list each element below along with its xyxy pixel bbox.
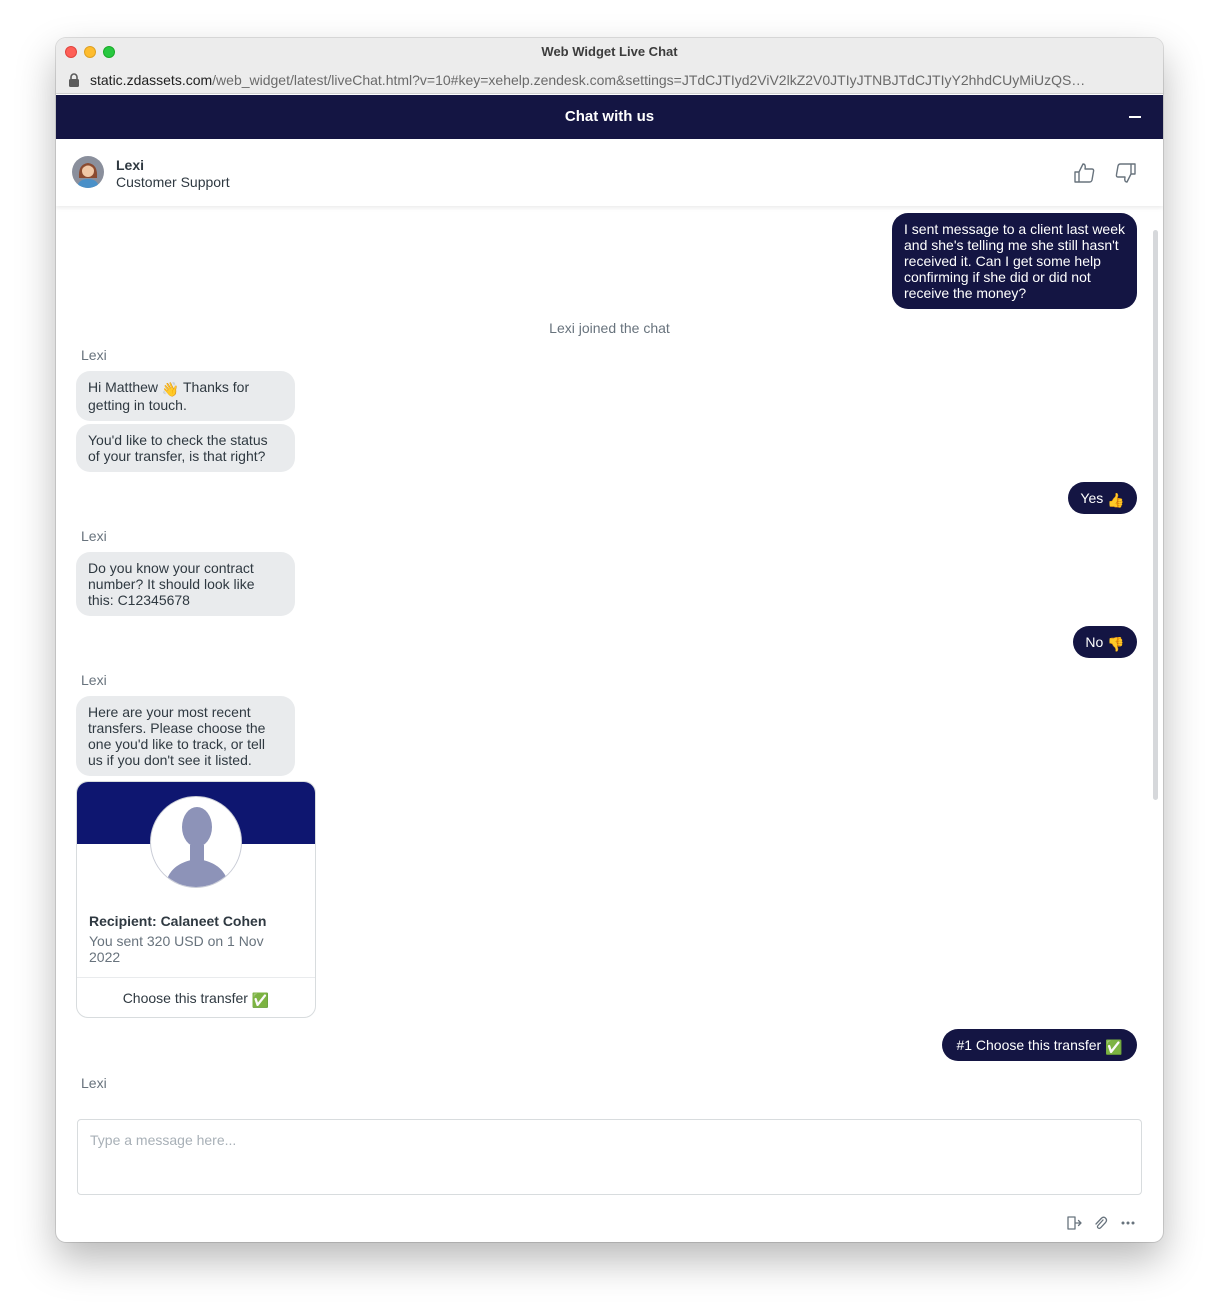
message-input[interactable] bbox=[90, 1132, 1130, 1148]
sender-name: Lexi bbox=[81, 528, 107, 544]
agent-bar: Lexi Customer Support bbox=[56, 139, 1163, 206]
zoom-window-button[interactable] bbox=[103, 46, 115, 58]
sender-name: Lexi bbox=[81, 347, 107, 363]
agent-name: Lexi bbox=[116, 157, 145, 173]
bot-message: Hi Matthew 👋 Thanks for getting in touch… bbox=[76, 371, 295, 421]
title-bar: Web Widget Live Chat bbox=[56, 38, 1163, 66]
address-bar[interactable]: static.zdassets.com/web_widget/latest/li… bbox=[56, 66, 1163, 94]
check-mark-emoji: ✅ bbox=[251, 992, 270, 1008]
browser-window: Web Widget Live Chat static.zdassets.com… bbox=[56, 38, 1163, 1242]
message-composer[interactable] bbox=[77, 1119, 1142, 1195]
bot-message: Do you know your contract number? It sho… bbox=[76, 552, 295, 616]
card-subtitle: You sent 320 USD on 1 Nov 2022 bbox=[89, 933, 264, 965]
system-message: Lexi joined the chat bbox=[549, 320, 670, 336]
close-window-button[interactable] bbox=[65, 46, 77, 58]
sender-name: Lexi bbox=[81, 1075, 107, 1091]
waving-hand-emoji: 👋 bbox=[161, 381, 180, 397]
url-text[interactable]: static.zdassets.com/web_widget/latest/li… bbox=[90, 66, 1150, 94]
transfer-card: Recipient: Calaneet Cohen You sent 320 U… bbox=[76, 781, 316, 1018]
check-mark-emoji: ✅ bbox=[1105, 1039, 1123, 1055]
user-message: Yes 👍 bbox=[1068, 482, 1137, 514]
chat-title: Chat with us bbox=[564, 108, 655, 125]
end-chat-icon[interactable] bbox=[1066, 1215, 1082, 1231]
user-message: #1 Choose this transfer ✅ bbox=[942, 1029, 1137, 1061]
lock-icon bbox=[69, 73, 79, 87]
window-title: Web Widget Live Chat bbox=[541, 44, 678, 59]
bot-message: You'd like to check the status of your t… bbox=[76, 424, 295, 472]
minimize-icon[interactable] bbox=[1129, 116, 1141, 118]
paperclip-icon[interactable] bbox=[1092, 1215, 1108, 1231]
thumbs-up-emoji: 👍 bbox=[1107, 492, 1125, 508]
bot-message: Here are your most recent transfers. Ple… bbox=[76, 696, 295, 776]
thumbs-down-icon[interactable] bbox=[1115, 162, 1137, 184]
recipient-avatar-icon bbox=[150, 796, 242, 888]
message-list[interactable]: I sent message to a client last week and… bbox=[56, 206, 1163, 1118]
chat-header: Chat with us bbox=[56, 95, 1163, 139]
thumbs-up-icon[interactable] bbox=[1073, 162, 1095, 184]
sender-name: Lexi bbox=[81, 672, 107, 688]
agent-role: Customer Support bbox=[116, 174, 230, 190]
user-message: I sent message to a client last week and… bbox=[892, 213, 1137, 309]
avatar bbox=[72, 156, 104, 188]
more-options-icon[interactable] bbox=[1120, 1215, 1136, 1231]
scrollbar[interactable] bbox=[1153, 230, 1158, 800]
card-title: Recipient: Calaneet Cohen bbox=[89, 913, 267, 929]
choose-transfer-button[interactable]: Choose this transfer ✅ bbox=[77, 978, 315, 1017]
thumbs-down-emoji: 👎 bbox=[1107, 636, 1125, 652]
user-message: No 👎 bbox=[1073, 626, 1137, 658]
minimize-window-button[interactable] bbox=[84, 46, 96, 58]
